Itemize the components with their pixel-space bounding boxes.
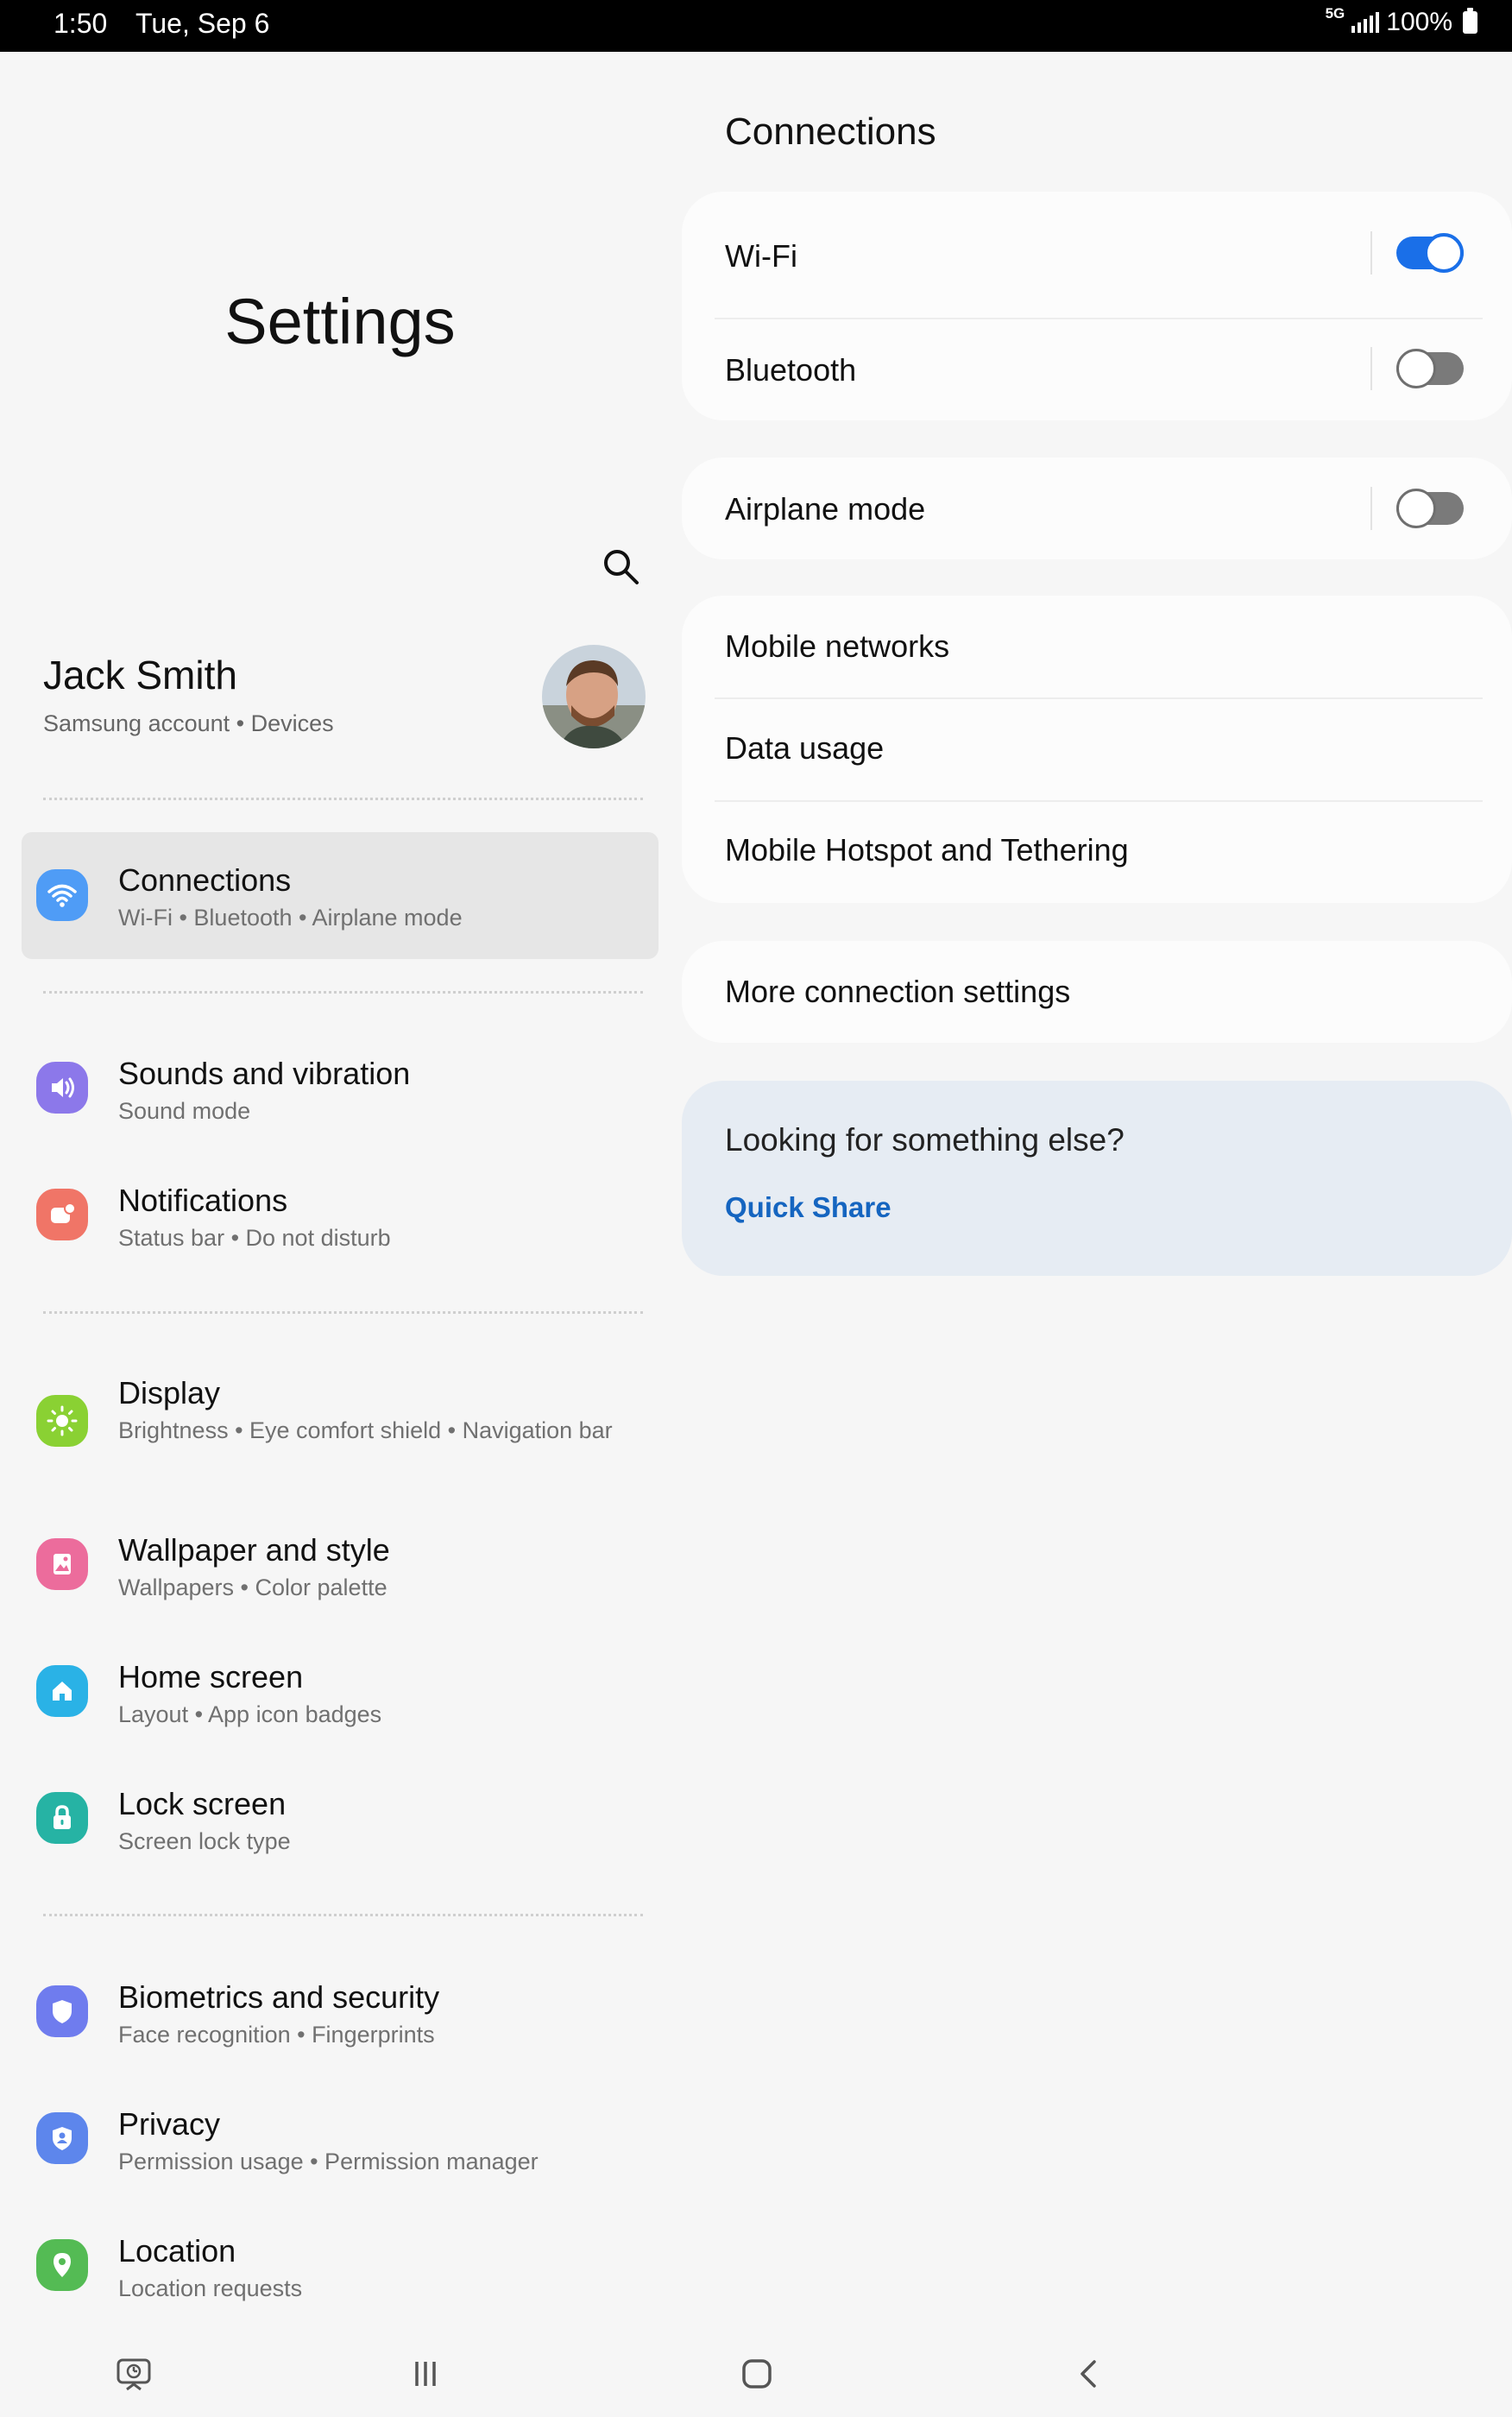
menu-item-subtitle: Face recognition • Fingerprints — [118, 2022, 435, 2048]
divider — [43, 991, 643, 994]
bluetooth-toggle[interactable] — [1396, 349, 1464, 388]
privacy-shield-icon — [36, 2112, 88, 2164]
menu-item-title: Wallpaper and style — [118, 1532, 390, 1568]
speaker-icon — [36, 1062, 88, 1114]
more-settings-label: More connection settings — [725, 974, 1071, 1009]
menu-item-title: Lock screen — [118, 1786, 287, 1821]
battery-icon — [1463, 8, 1477, 34]
wifi-icon — [36, 869, 88, 921]
airplane-toggle[interactable] — [1396, 489, 1464, 528]
menu-item-title: Biometrics and security — [118, 1979, 440, 2015]
menu-item-subtitle: Brightness • Eye comfort shield • Naviga… — [118, 1417, 613, 1443]
divider — [43, 1311, 643, 1314]
separator — [1370, 347, 1372, 390]
profile-card[interactable]: Jack Smith Samsung account • Devices — [43, 645, 647, 773]
menu-item-wallpaper[interactable]: Wallpaper and style Wallpapers • Color p… — [22, 1519, 658, 1614]
status-bar: 1:50 Tue, Sep 6 5G 100% — [0, 0, 1512, 52]
airplane-row[interactable]: Airplane mode — [682, 458, 1512, 559]
profile-name: Jack Smith — [43, 653, 237, 697]
screen-recorder-icon[interactable] — [108, 2348, 160, 2400]
menu-item-title: Home screen — [118, 1659, 304, 1694]
menu-item-title: Notifications — [118, 1183, 288, 1218]
navigation-bar — [0, 2331, 1512, 2417]
hotspot-label: Mobile Hotspot and Tethering — [725, 832, 1129, 868]
profile-subtitle: Samsung account • Devices — [43, 710, 334, 736]
wifi-toggle[interactable] — [1396, 233, 1464, 273]
menu-item-subtitle: Sound mode — [118, 1098, 251, 1124]
status-time: 1:50 — [54, 8, 108, 39]
sun-icon — [36, 1395, 88, 1447]
mobile-networks-row[interactable]: Mobile networks — [682, 596, 1512, 697]
menu-item-title: Location — [118, 2233, 236, 2269]
suggestion-question: Looking for something else? — [725, 1122, 1125, 1158]
menu-item-privacy[interactable]: Privacy Permission usage • Permission ma… — [22, 2093, 658, 2188]
quick-share-link[interactable]: Quick Share — [725, 1191, 891, 1224]
separator — [1370, 487, 1372, 530]
data-usage-row[interactable]: Data usage — [682, 699, 1512, 800]
more-settings-card: More connection settings — [682, 941, 1512, 1043]
divider — [43, 1914, 643, 1916]
page-title: Settings — [224, 286, 456, 357]
status-right: 5G 100% — [1325, 5, 1477, 37]
menu-item-subtitle: Layout • App icon badges — [118, 1701, 382, 1727]
battery-percent: 100% — [1386, 8, 1452, 36]
suggestion-card: Looking for something else? Quick Share — [682, 1081, 1512, 1276]
menu-item-title: Connections — [118, 862, 292, 898]
menu-item-title: Sounds and vibration — [118, 1056, 411, 1091]
bluetooth-label: Bluetooth — [725, 352, 857, 388]
wifi-bluetooth-card: Wi-Fi Bluetooth — [682, 192, 1512, 420]
menu-item-subtitle: Location requests — [118, 2275, 303, 2301]
avatar[interactable] — [542, 645, 646, 748]
menu-item-sounds[interactable]: Sounds and vibration Sound mode — [22, 1043, 658, 1138]
recent-apps-icon[interactable] — [400, 2348, 451, 2400]
wallpaper-icon — [36, 1538, 88, 1590]
menu-item-subtitle: Permission usage • Permission manager — [118, 2149, 539, 2174]
hotspot-row[interactable]: Mobile Hotspot and Tethering — [682, 802, 1512, 903]
mobile-card: Mobile networks Data usage Mobile Hotspo… — [682, 596, 1512, 903]
menu-item-subtitle: Wi-Fi • Bluetooth • Airplane mode — [118, 905, 463, 931]
menu-item-lock-screen[interactable]: Lock screen Screen lock type — [22, 1773, 658, 1868]
notification-icon — [36, 1189, 88, 1240]
airplane-label: Airplane mode — [725, 491, 926, 527]
menu-item-location[interactable]: Location Location requests — [22, 2220, 658, 2315]
menu-item-subtitle: Screen lock type — [118, 1828, 291, 1854]
menu-item-subtitle: Status bar • Do not disturb — [118, 1225, 391, 1251]
divider — [43, 798, 643, 800]
menu-item-home-screen[interactable]: Home screen Layout • App icon badges — [22, 1646, 658, 1741]
shield-icon — [36, 1985, 88, 2037]
airplane-card: Airplane mode — [682, 458, 1512, 559]
network-type: 5G — [1325, 5, 1345, 22]
home-icon — [36, 1665, 88, 1717]
more-settings-row[interactable]: More connection settings — [682, 941, 1512, 1043]
mobile-networks-label: Mobile networks — [725, 628, 950, 664]
detail-title: Connections — [725, 110, 936, 153]
bluetooth-row[interactable]: Bluetooth — [682, 319, 1512, 420]
signal-icon — [1351, 12, 1380, 33]
location-pin-icon — [36, 2239, 88, 2291]
search-icon[interactable] — [600, 546, 643, 589]
wifi-row[interactable]: Wi-Fi — [682, 192, 1512, 306]
menu-item-subtitle: Wallpapers • Color palette — [118, 1575, 387, 1600]
back-icon[interactable] — [1063, 2348, 1115, 2400]
menu-item-biometrics[interactable]: Biometrics and security Face recognition… — [22, 1966, 658, 2061]
separator — [1370, 231, 1372, 275]
menu-item-title: Display — [118, 1375, 221, 1410]
home-button-icon[interactable] — [731, 2348, 783, 2400]
data-usage-label: Data usage — [725, 730, 885, 766]
lock-icon — [36, 1792, 88, 1844]
status-date: Tue, Sep 6 — [135, 8, 270, 39]
menu-item-notifications[interactable]: Notifications Status bar • Do not distur… — [22, 1170, 658, 1265]
menu-item-display[interactable]: Display Brightness • Eye comfort shield … — [22, 1364, 658, 1485]
menu-item-connections[interactable]: Connections Wi-Fi • Bluetooth • Airplane… — [22, 832, 658, 959]
menu-item-title: Privacy — [118, 2106, 221, 2142]
wifi-label: Wi-Fi — [725, 238, 797, 274]
